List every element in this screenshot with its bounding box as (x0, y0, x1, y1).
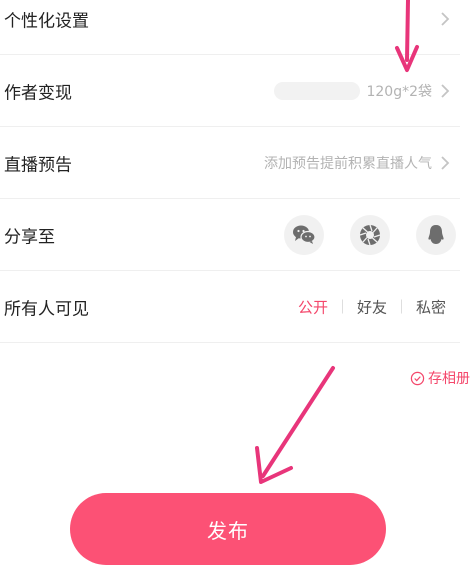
monetize-row[interactable]: 作者变现 120g*2袋 (0, 55, 460, 127)
chevron-right-icon (441, 11, 450, 26)
monetize-label: 作者变现 (4, 83, 72, 103)
save-to-album-label: 存相册 (428, 371, 470, 387)
save-to-album-toggle[interactable]: 存相册 (410, 368, 470, 388)
publish-button[interactable]: 发布 (70, 493, 386, 565)
share-moments-button[interactable] (350, 214, 390, 255)
visibility-public-option[interactable]: 公开 (284, 296, 342, 317)
chevron-right-icon (441, 83, 450, 98)
qq-icon (428, 224, 444, 244)
chevron-right-icon (441, 155, 450, 170)
share-wechat-button[interactable] (284, 214, 324, 255)
visibility-row: 所有人可见 公开 好友 私密 (0, 271, 460, 343)
visibility-friends-option[interactable]: 好友 (343, 296, 401, 317)
annotation-arrow-bottom (255, 366, 335, 484)
share-label: 分享至 (4, 227, 55, 247)
personalize-row[interactable]: 个性化设置 (0, 0, 460, 55)
live-preview-label: 直播预告 (4, 155, 72, 175)
share-qq-button[interactable] (416, 214, 456, 255)
personalize-label: 个性化设置 (4, 11, 89, 31)
live-preview-row[interactable]: 直播预告 添加预告提前积累直播人气 (0, 127, 460, 199)
wechat-icon (293, 225, 316, 244)
live-preview-hint: 添加预告提前积累直播人气 (264, 155, 432, 172)
blurred-product-name (274, 81, 361, 100)
share-row: 分享至 (0, 199, 460, 271)
check-circle-icon (410, 371, 425, 385)
visibility-private-option[interactable]: 私密 (402, 296, 460, 317)
visibility-label: 所有人可见 (4, 299, 89, 319)
moments-icon (359, 224, 381, 245)
monetize-value: 120g*2袋 (366, 83, 432, 100)
